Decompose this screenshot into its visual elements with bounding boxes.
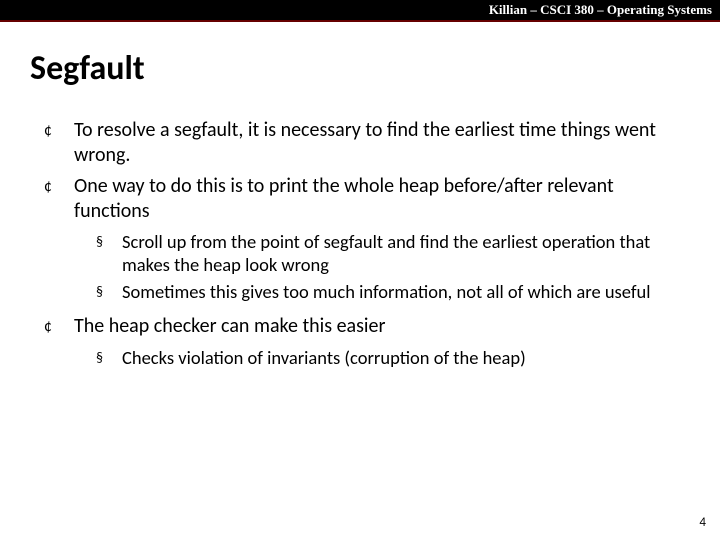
header-divider <box>0 20 720 22</box>
list-item: § Scroll up from the point of segfault a… <box>96 230 684 276</box>
slide-title: Segfault <box>30 48 145 89</box>
bullet-circle-icon: ¢ <box>44 174 74 224</box>
bullet-text: To resolve a segfault, it is necessary t… <box>74 118 684 168</box>
page-number: 4 <box>699 515 706 530</box>
header-text: Killian – CSCI 380 – Operating Systems <box>489 0 712 20</box>
list-item: § Checks violation of invariants (corrup… <box>96 346 684 370</box>
list-item: ¢ The heap checker can make this easier <box>44 314 684 340</box>
bullet-square-icon: § <box>96 230 122 276</box>
bullet-circle-icon: ¢ <box>44 118 74 168</box>
bullet-text: Checks violation of invariants (corrupti… <box>122 346 684 370</box>
bullet-text: Scroll up from the point of segfault and… <box>122 230 684 276</box>
slide: Killian – CSCI 380 – Operating Systems S… <box>0 0 720 540</box>
bullet-square-icon: § <box>96 280 122 304</box>
list-item: § Sometimes this gives too much informat… <box>96 280 684 304</box>
slide-body: ¢ To resolve a segfault, it is necessary… <box>44 118 684 374</box>
bullet-text: The heap checker can make this easier <box>74 314 684 340</box>
bullet-circle-icon: ¢ <box>44 314 74 340</box>
header-bar: Killian – CSCI 380 – Operating Systems <box>0 0 720 20</box>
list-item: ¢ To resolve a segfault, it is necessary… <box>44 118 684 168</box>
bullet-text: Sometimes this gives too much informatio… <box>122 280 684 304</box>
bullet-text: One way to do this is to print the whole… <box>74 174 684 224</box>
list-item: ¢ One way to do this is to print the who… <box>44 174 684 224</box>
bullet-square-icon: § <box>96 346 122 370</box>
